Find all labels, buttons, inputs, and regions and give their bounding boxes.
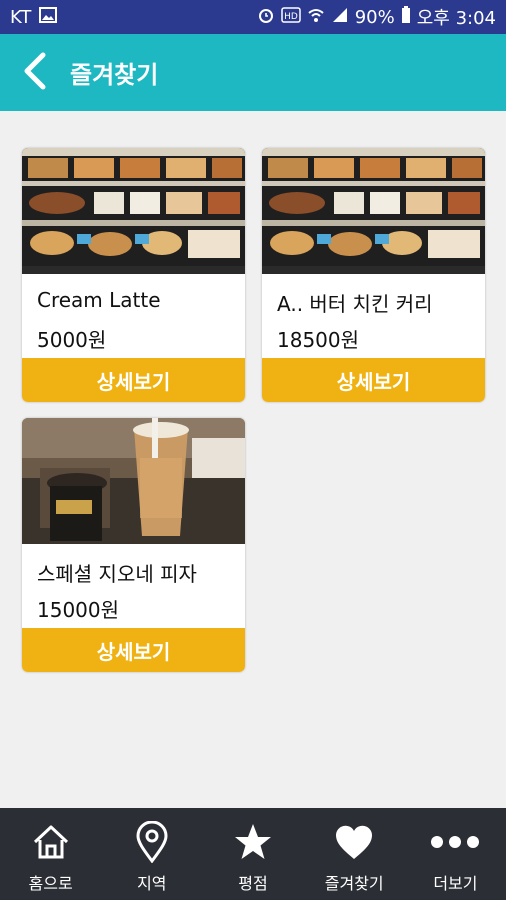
item-price: 18500원	[277, 328, 360, 352]
chevron-left-icon	[21, 52, 47, 94]
item-name: A.. 버터 치킨 커리	[277, 292, 433, 316]
nav-rating[interactable]: 평점	[202, 808, 303, 900]
nav-more[interactable]: 더보기	[405, 808, 506, 900]
bottom-nav: 홈으로 지역 평점 즐겨찾기 더보기	[0, 808, 506, 900]
detail-button[interactable]: 상세보기	[22, 358, 245, 402]
nav-favorites[interactable]: 즐겨찾기	[304, 808, 405, 900]
status-bar: KT HD 90% 오후 3:04	[0, 0, 506, 34]
home-icon	[31, 820, 71, 864]
star-icon	[233, 820, 273, 864]
nav-region[interactable]: 지역	[101, 808, 202, 900]
nav-region-label: 지역	[137, 874, 167, 893]
nav-more-label: 더보기	[433, 874, 478, 893]
nav-favorites-label: 즐겨찾기	[324, 874, 384, 893]
iced-drinks-photo	[22, 418, 245, 544]
heart-icon	[334, 820, 374, 864]
bakery-display-photo	[22, 148, 245, 274]
detail-button[interactable]: 상세보기	[262, 358, 485, 402]
clock: 오후 3:04	[416, 8, 496, 29]
detail-button[interactable]: 상세보기	[22, 628, 245, 672]
alarm-icon	[257, 6, 275, 29]
hd-icon: HD	[280, 6, 301, 28]
page-title: 즐겨찾기	[70, 61, 159, 89]
signal-icon	[331, 6, 349, 29]
more-dots-icon	[429, 820, 481, 864]
favorite-card: A.. 버터 치킨 커리 18500원 상세보기	[262, 148, 485, 402]
item-name: Cream Latte	[37, 288, 161, 312]
carrier-label: KT	[10, 6, 32, 28]
nav-rating-label: 평점	[238, 874, 268, 893]
nav-home-label: 홈으로	[28, 874, 73, 893]
battery-percent: 90%	[354, 6, 395, 28]
location-pin-icon	[135, 820, 169, 864]
svg-text:HD: HD	[284, 12, 298, 22]
image-icon	[39, 6, 58, 28]
favorite-card: Cream Latte 5000원 상세보기	[22, 148, 245, 402]
back-button[interactable]	[4, 34, 64, 111]
favorite-card: 스페셜 지오네 피자 15000원 상세보기	[22, 418, 245, 672]
item-name: 스페셜 지오네 피자	[37, 562, 197, 586]
item-price: 5000원	[37, 328, 107, 352]
app-header: 즐겨찾기	[0, 34, 506, 111]
nav-home[interactable]: 홈으로	[0, 808, 101, 900]
battery-icon	[401, 5, 411, 29]
bakery-display-photo	[262, 148, 485, 274]
wifi-icon	[307, 6, 325, 29]
item-price: 15000원	[37, 598, 120, 622]
